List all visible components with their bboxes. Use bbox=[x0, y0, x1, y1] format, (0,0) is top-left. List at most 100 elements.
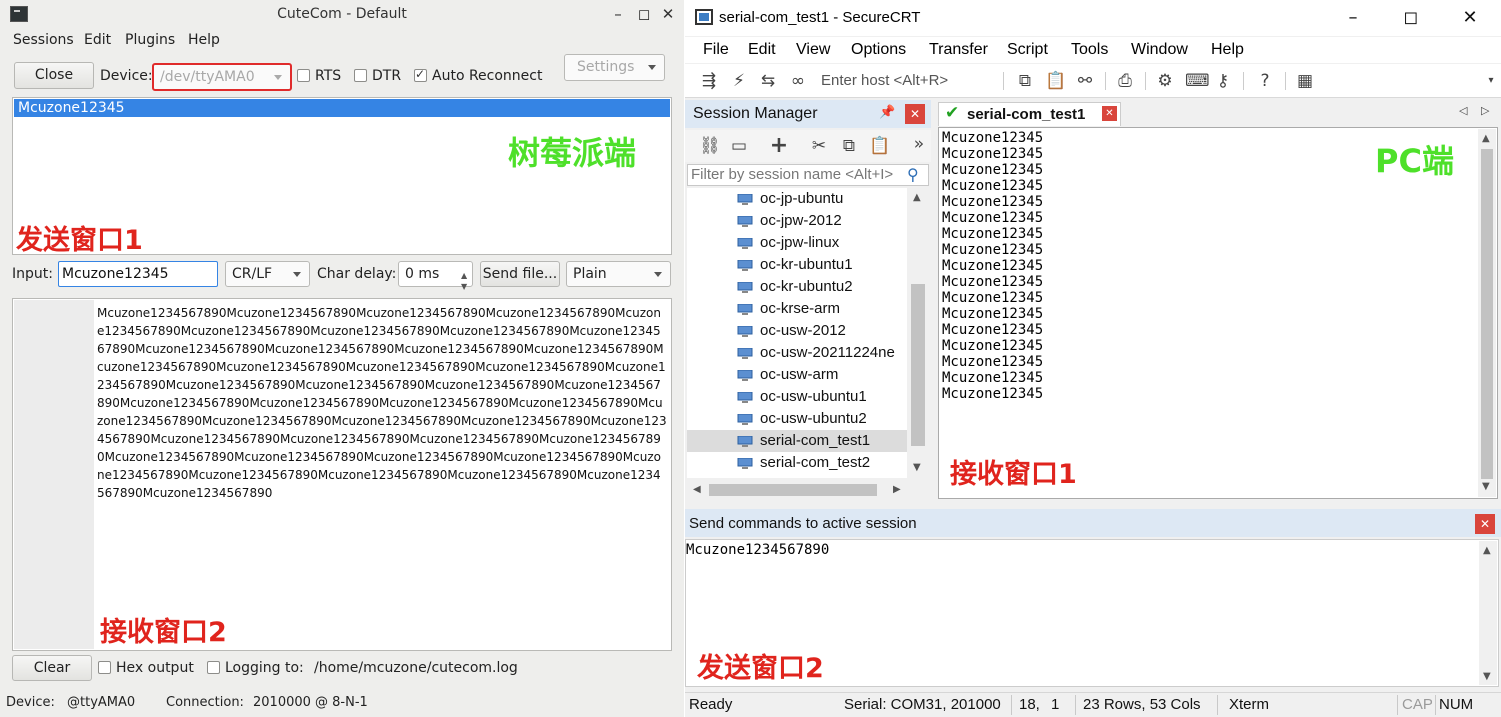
toolbar-overflow-icon[interactable]: ▾ bbox=[1481, 71, 1501, 91]
menu-tools[interactable]: Tools bbox=[1071, 41, 1108, 59]
menu-view[interactable]: View bbox=[796, 41, 830, 59]
scroll-left-icon[interactable]: ◀ bbox=[693, 484, 701, 495]
close-window-icon[interactable]: ✕ bbox=[660, 6, 676, 22]
menu-edit[interactable]: Edit bbox=[84, 32, 111, 48]
add-session-icon[interactable]: + bbox=[769, 135, 789, 157]
menu-options[interactable]: Options bbox=[851, 41, 906, 59]
find-binoculars-icon[interactable]: ⚯ bbox=[1075, 71, 1095, 91]
pin-icon[interactable]: 📌 bbox=[879, 105, 895, 120]
copy-session-icon[interactable]: ⧉ bbox=[839, 136, 859, 156]
received-output-area[interactable]: Mcuzone1234567890Mcuzone1234567890Mcuzon… bbox=[12, 298, 672, 651]
spin-down-icon[interactable]: ▼ bbox=[461, 275, 467, 299]
search-icon[interactable]: ⚲ bbox=[907, 165, 919, 184]
rts-checkbox[interactable] bbox=[297, 69, 310, 82]
scroll-up-icon[interactable]: ▲ bbox=[1482, 133, 1490, 144]
clear-button[interactable]: Clear bbox=[12, 655, 92, 681]
session-item[interactable]: oc-usw-20211224ne bbox=[687, 342, 907, 364]
minimize-icon[interactable]: – bbox=[1341, 6, 1365, 30]
disconnect-link-icon[interactable]: ∞ bbox=[788, 71, 808, 91]
format-combo[interactable]: Plain bbox=[566, 261, 671, 287]
session-item[interactable]: oc-usw-ubuntu2 bbox=[687, 408, 907, 430]
sftp-image-icon[interactable]: ▦ bbox=[1295, 71, 1315, 91]
scroll-thumb[interactable] bbox=[1481, 149, 1493, 479]
keymap-icon[interactable]: ⌨ bbox=[1185, 71, 1210, 91]
menu-transfer[interactable]: Transfer bbox=[929, 41, 988, 59]
send-file-button[interactable]: Send file... bbox=[480, 261, 560, 287]
settings-button[interactable]: Settings bbox=[564, 54, 665, 81]
menu-script[interactable]: Script bbox=[1007, 41, 1048, 59]
session-tree-hscrollbar[interactable]: ◀ ▶ bbox=[687, 480, 907, 500]
session-item[interactable]: oc-kr-ubuntu2 bbox=[687, 276, 907, 298]
close-tab-icon[interactable]: ✕ bbox=[1102, 106, 1117, 121]
scroll-thumb[interactable] bbox=[911, 284, 925, 446]
menu-help[interactable]: Help bbox=[188, 32, 220, 48]
dtr-checkbox[interactable] bbox=[354, 69, 367, 82]
tab-window-icon[interactable]: ▭ bbox=[729, 136, 749, 156]
char-delay-spinbox[interactable]: 0 ms ▲ ▼ bbox=[398, 261, 473, 291]
session-tree-vscrollbar[interactable]: ▲ ▼ bbox=[907, 188, 929, 478]
maximize-icon[interactable]: ◻ bbox=[1399, 6, 1423, 30]
session-item[interactable]: serial-com_test1 bbox=[687, 430, 907, 452]
hex-output-checkbox[interactable] bbox=[98, 661, 111, 674]
minimize-icon[interactable]: – bbox=[610, 6, 626, 22]
scroll-right-icon[interactable]: ▶ bbox=[893, 484, 901, 495]
session-item[interactable]: oc-usw-2012 bbox=[687, 320, 907, 342]
send-input[interactable] bbox=[58, 261, 218, 287]
key-agent-icon[interactable]: ⚷ bbox=[1213, 71, 1233, 91]
close-panel-icon[interactable]: ✕ bbox=[1475, 514, 1495, 534]
computer-session-icon bbox=[737, 281, 753, 293]
session-item[interactable]: oc-usw-ubuntu1 bbox=[687, 386, 907, 408]
more-chevrons-icon[interactable]: » bbox=[909, 134, 929, 154]
settings-gear-icon[interactable]: ⚙ bbox=[1155, 71, 1175, 91]
sent-history-item[interactable]: Mcuzone12345 bbox=[14, 99, 670, 117]
session-item[interactable]: oc-kr-ubuntu1 bbox=[687, 254, 907, 276]
connect-icon[interactable]: ⇶ bbox=[699, 71, 719, 91]
close-panel-icon[interactable]: ✕ bbox=[905, 104, 925, 124]
session-item[interactable]: oc-krse-arm bbox=[687, 298, 907, 320]
close-port-button[interactable]: Close bbox=[14, 62, 94, 89]
session-item[interactable]: oc-jp-ubuntu bbox=[687, 188, 907, 210]
menu-file[interactable]: File bbox=[703, 41, 729, 59]
session-name: oc-jpw-2012 bbox=[760, 212, 842, 229]
terminal-output[interactable]: ▲ ▼ Mcuzone12345 Mcuzone12345 Mcuzone12345… bbox=[938, 127, 1498, 499]
session-item[interactable]: oc-usw-arm bbox=[687, 364, 907, 386]
scroll-thumb[interactable] bbox=[709, 484, 877, 496]
paste-session-icon[interactable]: 📋 bbox=[869, 136, 890, 156]
scroll-down-icon[interactable]: ▼ bbox=[1482, 481, 1490, 492]
menu-help[interactable]: Help bbox=[1211, 41, 1244, 59]
terminal-line: Mcuzone12345 bbox=[942, 290, 1044, 306]
connect-link-icon[interactable]: ⛓ bbox=[699, 136, 721, 156]
scroll-down-icon[interactable]: ▼ bbox=[1483, 671, 1491, 682]
session-item[interactable]: serial-com_test2 bbox=[687, 452, 907, 474]
device-combo[interactable]: /dev/ttyAMA0 bbox=[152, 63, 292, 91]
session-filter-input[interactable]: Filter by session name <Alt+I> bbox=[687, 164, 929, 186]
tab-prev-icon[interactable]: ◁ bbox=[1459, 104, 1467, 117]
command-vscrollbar[interactable]: ▲ ▼ bbox=[1479, 541, 1497, 685]
scroll-down-icon[interactable]: ▼ bbox=[913, 462, 921, 473]
host-input[interactable]: Enter host <Alt+R> bbox=[821, 70, 1001, 92]
scroll-up-icon[interactable]: ▲ bbox=[913, 192, 921, 203]
auto-reconnect-checkbox[interactable] bbox=[414, 67, 427, 82]
cut-scissors-icon[interactable]: ✂ bbox=[809, 136, 829, 156]
maximize-icon[interactable]: ◻ bbox=[636, 6, 652, 22]
terminal-vscrollbar[interactable]: ▲ ▼ bbox=[1478, 129, 1496, 497]
tab-next-icon[interactable]: ▷ bbox=[1481, 104, 1489, 117]
close-window-icon[interactable]: ✕ bbox=[1458, 6, 1482, 30]
logging-checkbox[interactable] bbox=[207, 661, 220, 674]
menu-edit[interactable]: Edit bbox=[748, 41, 776, 59]
menu-plugins[interactable]: Plugins bbox=[125, 32, 175, 48]
line-ending-combo[interactable]: CR/LF bbox=[225, 261, 310, 287]
menu-window[interactable]: Window bbox=[1131, 41, 1188, 59]
tab-serial-com-test1[interactable]: ✔ serial-com_test1 ✕ bbox=[938, 102, 1121, 126]
help-icon[interactable]: ? bbox=[1255, 71, 1275, 91]
print-icon[interactable]: ⎙ bbox=[1115, 71, 1135, 91]
reconnect-icon[interactable]: ⇆ bbox=[758, 71, 778, 91]
session-tree[interactable]: oc-jp-ubuntu oc-jpw-2012 oc-jpw-linux oc-kr… bbox=[687, 188, 907, 478]
menu-sessions[interactable]: Sessions bbox=[13, 32, 74, 48]
scroll-up-icon[interactable]: ▲ bbox=[1483, 545, 1491, 556]
copy-icon[interactable]: ⧉ bbox=[1015, 71, 1035, 91]
session-item[interactable]: oc-jpw-linux bbox=[687, 232, 907, 254]
quick-connect-icon[interactable]: ⚡ bbox=[729, 71, 749, 91]
session-item[interactable]: oc-jpw-2012 bbox=[687, 210, 907, 232]
paste-icon[interactable]: 📋 bbox=[1045, 71, 1066, 91]
